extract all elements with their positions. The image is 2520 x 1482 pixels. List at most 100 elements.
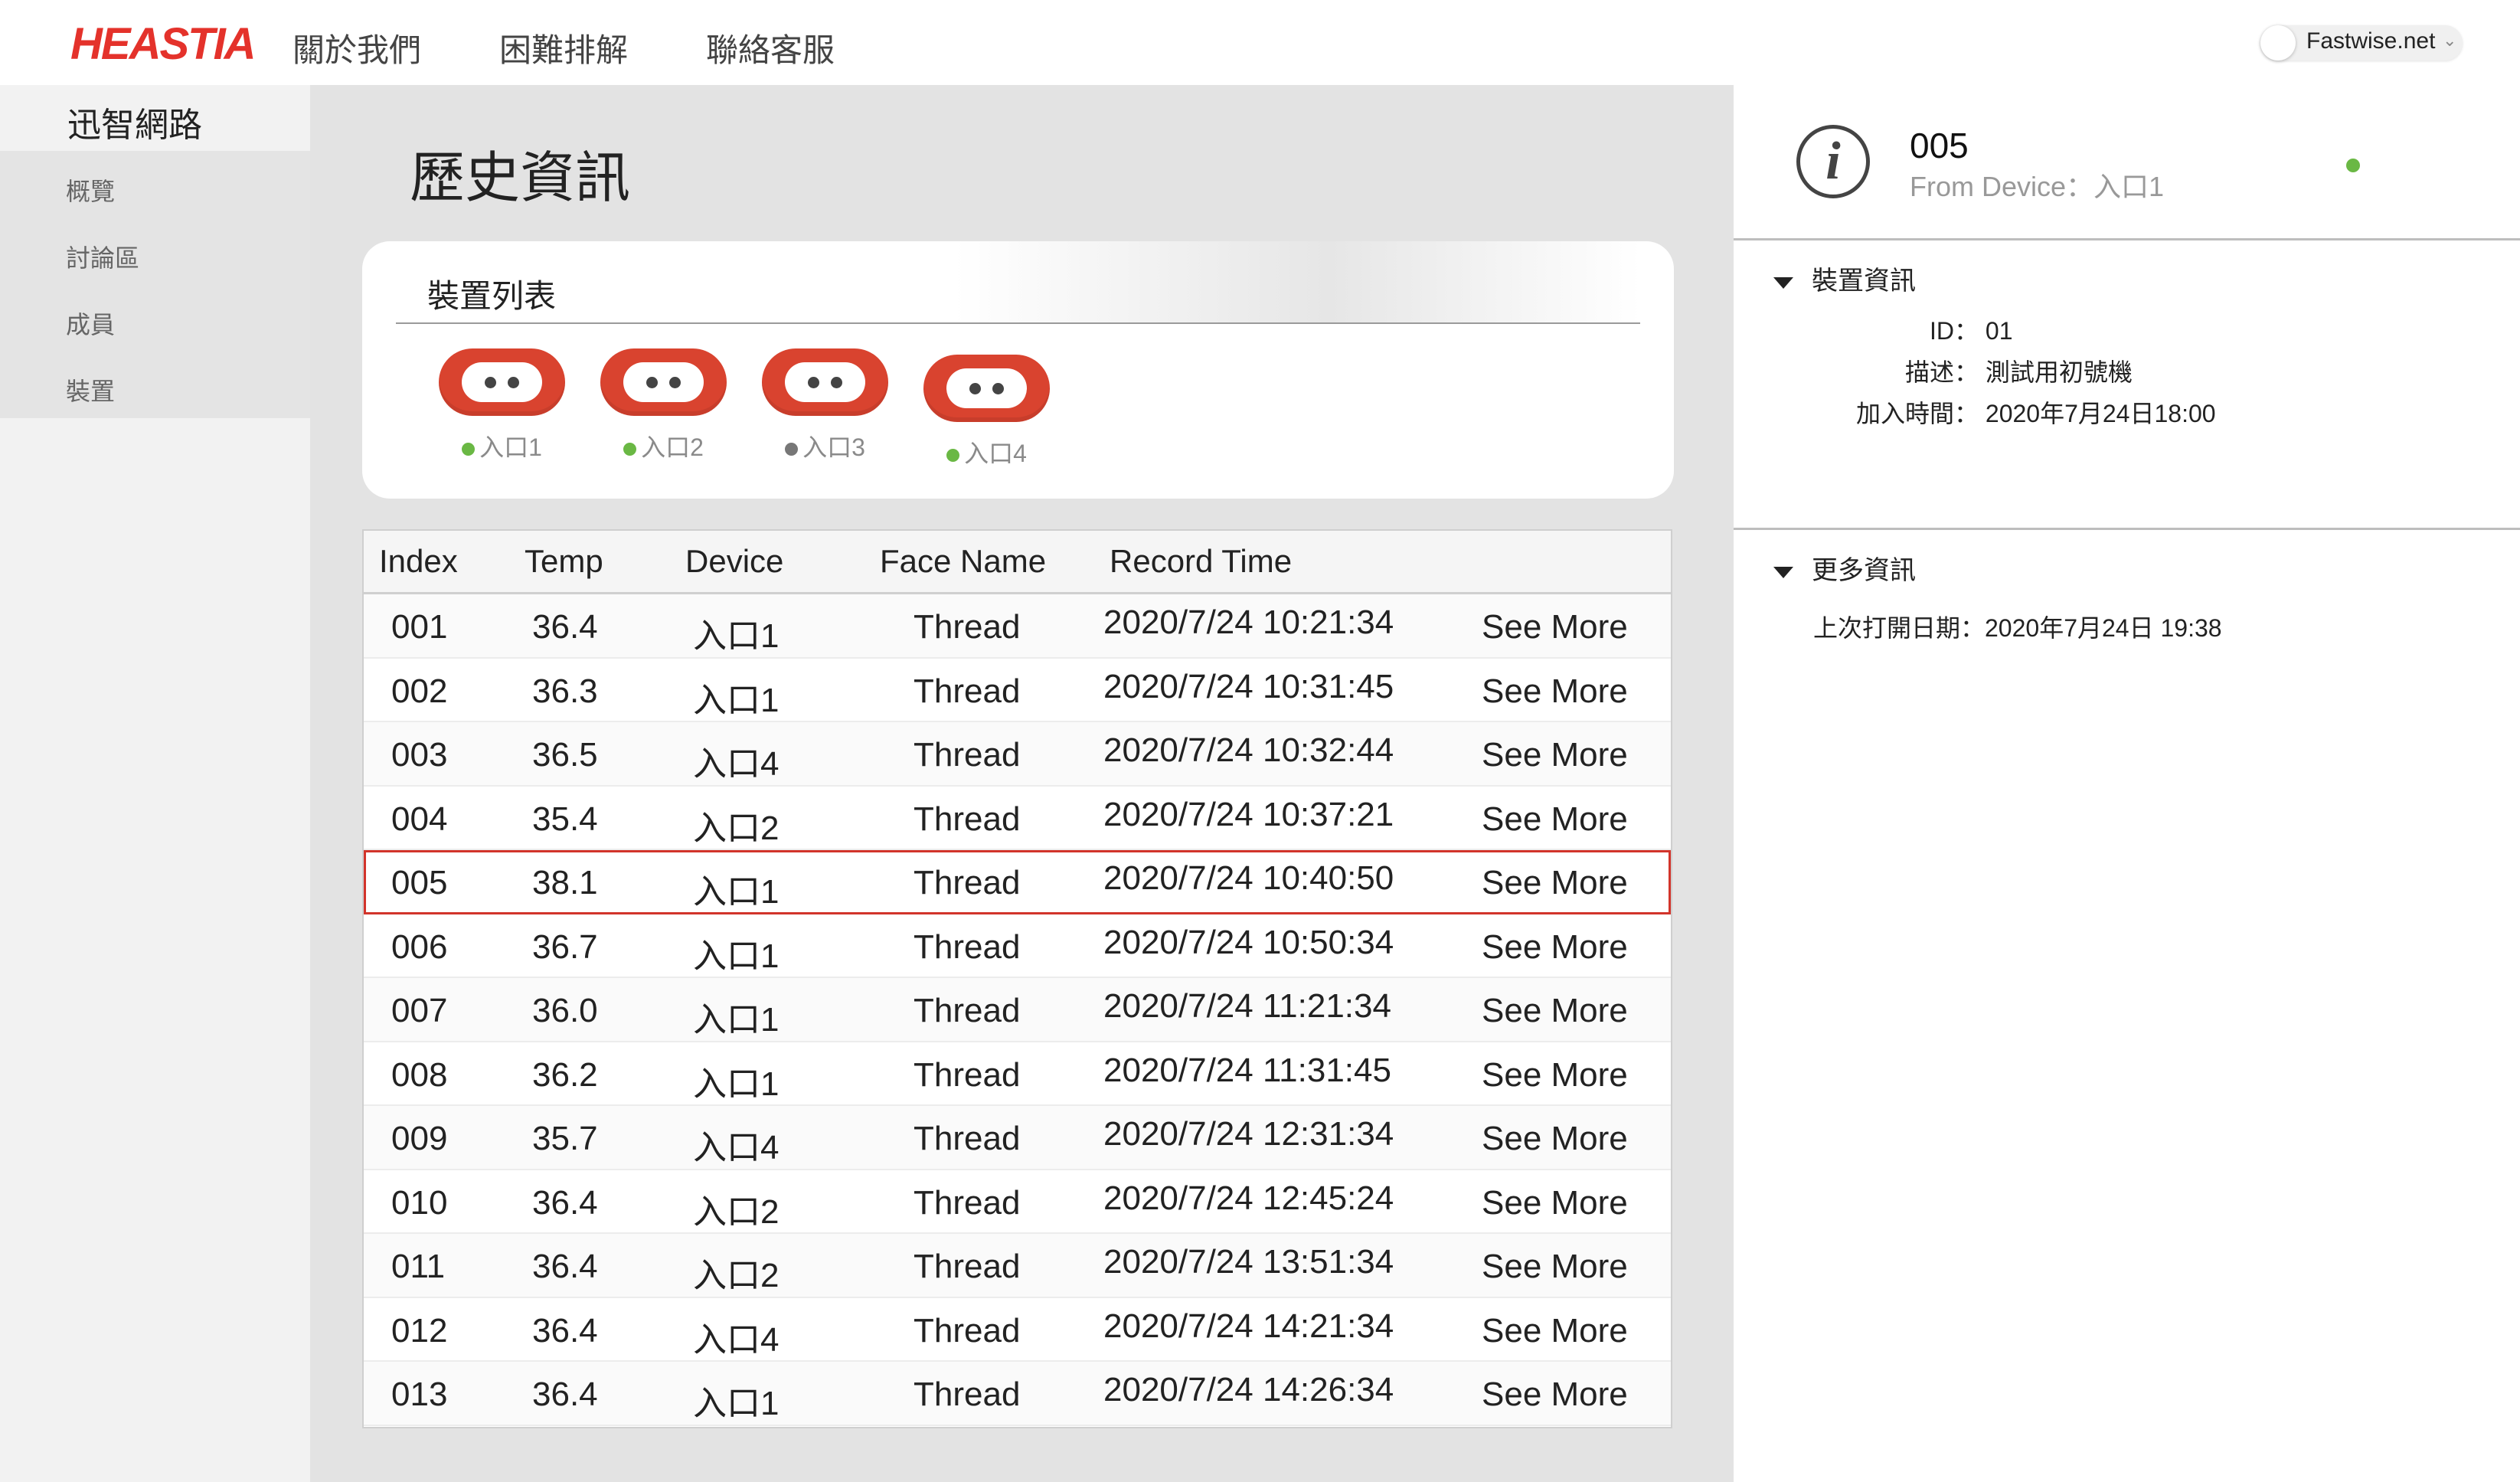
nav-about[interactable]: 關於我們: [293, 25, 421, 71]
device-item[interactable]: 入口3: [762, 348, 888, 469]
device-joined-label: 加入時間：: [1855, 400, 1979, 427]
cell-index: 008: [391, 1055, 448, 1094]
device-eye: [808, 377, 819, 388]
cell-face-name: Thread: [914, 927, 1021, 966]
table-row[interactable]: 011 36.4 入口2 Thread 2020/7/24 13:51:34 See Mo…: [364, 1234, 1671, 1298]
cell-temp: 36.5: [532, 736, 598, 774]
device-label-row: 入口2: [600, 428, 727, 463]
see-more-link[interactable]: See More: [1482, 1120, 1628, 1158]
cell-device: 入口1: [693, 617, 780, 655]
device-eye: [992, 383, 1004, 394]
header-device[interactable]: Device: [685, 543, 783, 580]
account-avatar[interactable]: [2260, 25, 2296, 61]
header-face-name[interactable]: Face Name: [880, 543, 1046, 580]
device-face: [946, 368, 1027, 408]
status-dot: [785, 443, 799, 456]
detail-index: 005: [1910, 126, 1969, 165]
cell-index: 002: [391, 672, 448, 710]
cell-temp: 36.0: [532, 992, 598, 1029]
cell-index: 006: [391, 927, 448, 966]
device-desc-label: 描述：: [1904, 358, 1979, 386]
table-row[interactable]: 004 35.4 入口2 Thread 2020/7/24 10:37:21 See Mo…: [364, 786, 1671, 850]
see-more-link[interactable]: See More: [1482, 1184, 1628, 1222]
see-more-link[interactable]: See More: [1482, 928, 1628, 967]
nav-support[interactable]: 聯絡客服: [706, 25, 835, 71]
table-row[interactable]: 010 36.4 入口2 Thread 2020/7/24 12:45:24 See Mo…: [364, 1170, 1671, 1234]
cell-temp: 36.2: [532, 1055, 598, 1094]
sidebar-menu: 概覽 討論區 成員 裝置: [0, 151, 310, 418]
see-more-link[interactable]: See More: [1482, 736, 1628, 774]
device-label-row: 入口4: [923, 434, 1050, 469]
see-more-link[interactable]: See More: [1482, 864, 1628, 902]
cell-index: 003: [391, 736, 448, 774]
cell-record-time: 2020/7/24 14:21:34: [1103, 1307, 1394, 1345]
nav-troubleshoot[interactable]: 困難排解: [499, 25, 628, 71]
cell-face-name: Thread: [914, 1055, 1021, 1094]
account-domain[interactable]: Fastwise.net: [2306, 28, 2435, 54]
see-more-link[interactable]: See More: [1482, 800, 1628, 839]
chevron-down-icon[interactable]: ⌄: [2443, 31, 2456, 51]
device-item[interactable]: 入口1: [439, 348, 565, 469]
sidebar-item-forum[interactable]: 討論區: [0, 218, 310, 284]
history-table: Index Temp Device Face Name Record Time …: [362, 529, 1672, 1428]
table-row[interactable]: 009 35.7 入口4 Thread 2020/7/24 12:31:34 See Mo…: [364, 1106, 1671, 1170]
see-more-link[interactable]: See More: [1482, 672, 1628, 711]
see-more-link[interactable]: See More: [1482, 1312, 1628, 1350]
cell-record-time: 2020/7/24 12:45:24: [1103, 1179, 1394, 1217]
device-eye: [508, 377, 519, 388]
cell-record-time: 2020/7/24 11:21:34: [1103, 987, 1391, 1025]
cell-record-time: 2020/7/24 10:40:50: [1103, 859, 1394, 897]
cell-temp: 36.4: [532, 1311, 598, 1350]
see-more-link[interactable]: See More: [1482, 1056, 1628, 1094]
table-row[interactable]: 002 36.3 入口1 Thread 2020/7/24 10:31:45 See Mo…: [364, 658, 1671, 722]
header-record-time[interactable]: Record Time: [1110, 543, 1292, 580]
device-item[interactable]: 入口4: [923, 355, 1050, 469]
device-face: [462, 362, 542, 402]
cell-index: 001: [391, 608, 448, 646]
cell-temp: 38.1: [532, 864, 598, 901]
cell-index: 009: [391, 1120, 448, 1157]
sidebar-item-devices[interactable]: 裝置: [0, 351, 310, 417]
table-row[interactable]: 003 36.5 入口4 Thread 2020/7/24 10:32:44 See Mo…: [364, 722, 1671, 787]
brand-logo[interactable]: HEASTIA: [70, 18, 257, 70]
cell-temp: 35.7: [532, 1120, 598, 1157]
sidebar-item-overview[interactable]: 概覽: [0, 151, 310, 218]
sidebar-item-members[interactable]: 成員: [0, 284, 310, 351]
see-more-link[interactable]: See More: [1482, 1248, 1628, 1286]
see-more-link[interactable]: See More: [1482, 608, 1628, 646]
see-more-link[interactable]: See More: [1482, 1376, 1628, 1414]
header-index[interactable]: Index: [379, 543, 458, 580]
table-row[interactable]: 012 36.4 入口4 Thread 2020/7/24 14:21:34 See Mo…: [364, 1297, 1671, 1362]
table-row[interactable]: 008 36.2 入口1 Thread 2020/7/24 11:31:45 See Mo…: [364, 1042, 1671, 1106]
cell-device: 入口1: [693, 1385, 780, 1422]
more-info-toggle[interactable]: 更多資訊: [1773, 549, 1916, 587]
cell-face-name: Thread: [914, 736, 1021, 774]
table-body: 001 36.4 入口1 Thread 2020/7/24 10:21:34 See Mo…: [364, 594, 1671, 1426]
cell-temp: 36.4: [532, 1183, 598, 1222]
table-row[interactable]: 005 38.1 入口1 Thread 2020/7/24 10:40:50 See Mo…: [364, 850, 1671, 914]
cell-device: 入口2: [693, 1257, 780, 1294]
device-info-toggle[interactable]: 裝置資訊: [1773, 260, 1916, 297]
cell-face-name: Thread: [914, 1120, 1021, 1157]
more-info-title: 更多資訊: [1812, 556, 1916, 585]
see-more-link[interactable]: See More: [1482, 992, 1628, 1030]
cell-record-time: 2020/7/24 13:51:34: [1103, 1243, 1394, 1281]
cell-index: 010: [391, 1183, 448, 1222]
cell-face-name: Thread: [914, 1248, 1021, 1285]
cell-record-time: 2020/7/24 12:31:34: [1103, 1115, 1394, 1153]
table-row[interactable]: 006 36.7 入口1 Thread 2020/7/24 10:50:34 See Mo…: [364, 914, 1671, 978]
cell-device: 入口4: [693, 1320, 780, 1359]
cell-device: 入口1: [693, 1001, 780, 1039]
cell-face-name: Thread: [914, 864, 1021, 901]
status-dot: [2346, 159, 2360, 172]
table-row[interactable]: 007 36.0 入口1 Thread 2020/7/24 11:21:34 See Mo…: [364, 978, 1671, 1042]
table-row[interactable]: 013 36.4 入口1 Thread 2020/7/24 14:26:34 See Mo…: [364, 1362, 1671, 1426]
table-row[interactable]: 001 36.4 入口1 Thread 2020/7/24 10:21:34 See Mo…: [364, 594, 1671, 659]
device-label-row: 入口1: [439, 428, 565, 463]
main-content: 歷史資訊 裝置列表 入口1 入口2 入口3 入口4 Index Temp Device…: [310, 85, 1734, 1482]
device-desc-value: 測試用初號機: [1985, 358, 2133, 386]
cell-temp: 36.4: [532, 608, 598, 646]
device-item[interactable]: 入口2: [600, 348, 727, 469]
device-eye: [646, 377, 658, 388]
header-temp[interactable]: Temp: [525, 543, 603, 580]
